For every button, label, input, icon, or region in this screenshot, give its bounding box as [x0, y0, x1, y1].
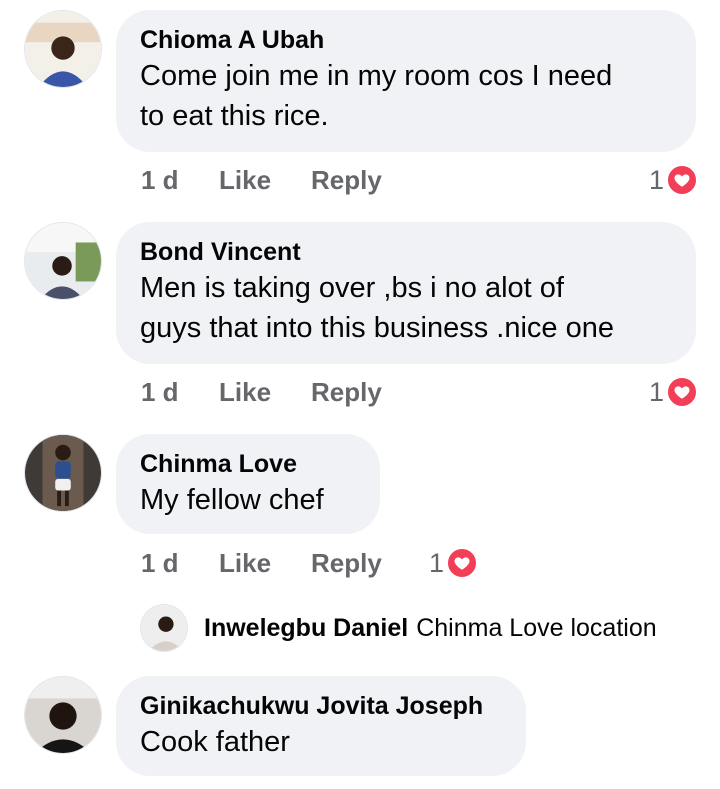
comment-bubble: Bond Vincent Men is taking over ,bs i no… — [116, 222, 696, 364]
comment-text: to eat this rice. — [140, 100, 329, 132]
comment-time[interactable]: 1 d — [141, 163, 179, 197]
like-button[interactable]: Like — [219, 546, 271, 580]
reply-author[interactable]: Inwelegbu Daniel — [204, 614, 408, 642]
comment-bubble: Ginikachukwu Jovita Joseph Cook father — [116, 676, 526, 776]
reply-text: Chinma Love location — [416, 614, 657, 642]
reply-button[interactable]: Reply — [311, 546, 382, 580]
comment-bubble: Chioma A Ubah Come join me in my room co… — [116, 10, 696, 152]
comment-text: Come join me in my room cos I need — [140, 60, 613, 92]
comment-time[interactable]: 1 d — [141, 546, 179, 580]
reply-button[interactable]: Reply — [311, 163, 382, 197]
avatar[interactable] — [24, 676, 102, 754]
avatar-photo — [25, 435, 101, 511]
reaction-count[interactable]: 1 — [400, 546, 478, 580]
avatar-photo — [25, 11, 101, 87]
avatar[interactable] — [24, 222, 102, 300]
reaction-number: 1 — [648, 165, 664, 195]
like-button[interactable]: Like — [219, 163, 271, 197]
heart-icon — [666, 376, 698, 408]
reaction-count[interactable]: 1 — [620, 163, 698, 197]
reply-preview[interactable]: Inwelegbu Daniel Chinma Love location — [204, 612, 657, 644]
avatar-photo — [25, 677, 101, 753]
comment-author[interactable]: Chinma Love — [140, 448, 356, 480]
comment-text: guys that into this business .nice one — [140, 312, 614, 344]
comment-text: Men is taking over ,bs i no alot of — [140, 272, 564, 304]
heart-icon — [666, 164, 698, 196]
avatar[interactable] — [24, 434, 102, 512]
comment-actions: 1 d Like Reply — [141, 546, 421, 580]
avatar-photo — [25, 223, 101, 299]
reply-button[interactable]: Reply — [311, 375, 382, 409]
comment-text: My fellow chef — [140, 484, 324, 516]
comment-author[interactable]: Chioma A Ubah — [140, 24, 672, 56]
heart-icon — [446, 547, 478, 579]
comment-bubble: Chinma Love My fellow chef — [116, 434, 380, 534]
like-button[interactable]: Like — [219, 375, 271, 409]
comment-actions: 1 d Like Reply — [141, 375, 441, 409]
avatar[interactable] — [24, 10, 102, 88]
reply-avatar[interactable] — [140, 604, 188, 652]
comment-author[interactable]: Bond Vincent — [140, 236, 672, 268]
avatar-photo — [141, 605, 187, 651]
reaction-number: 1 — [648, 377, 664, 407]
reaction-number: 1 — [428, 548, 444, 578]
comment-time[interactable]: 1 d — [141, 375, 179, 409]
comment-actions: 1 d Like Reply — [141, 163, 441, 197]
reaction-count[interactable]: 1 — [620, 375, 698, 409]
comment-author[interactable]: Ginikachukwu Jovita Joseph — [140, 690, 502, 722]
comment-text: Cook father — [140, 726, 290, 758]
